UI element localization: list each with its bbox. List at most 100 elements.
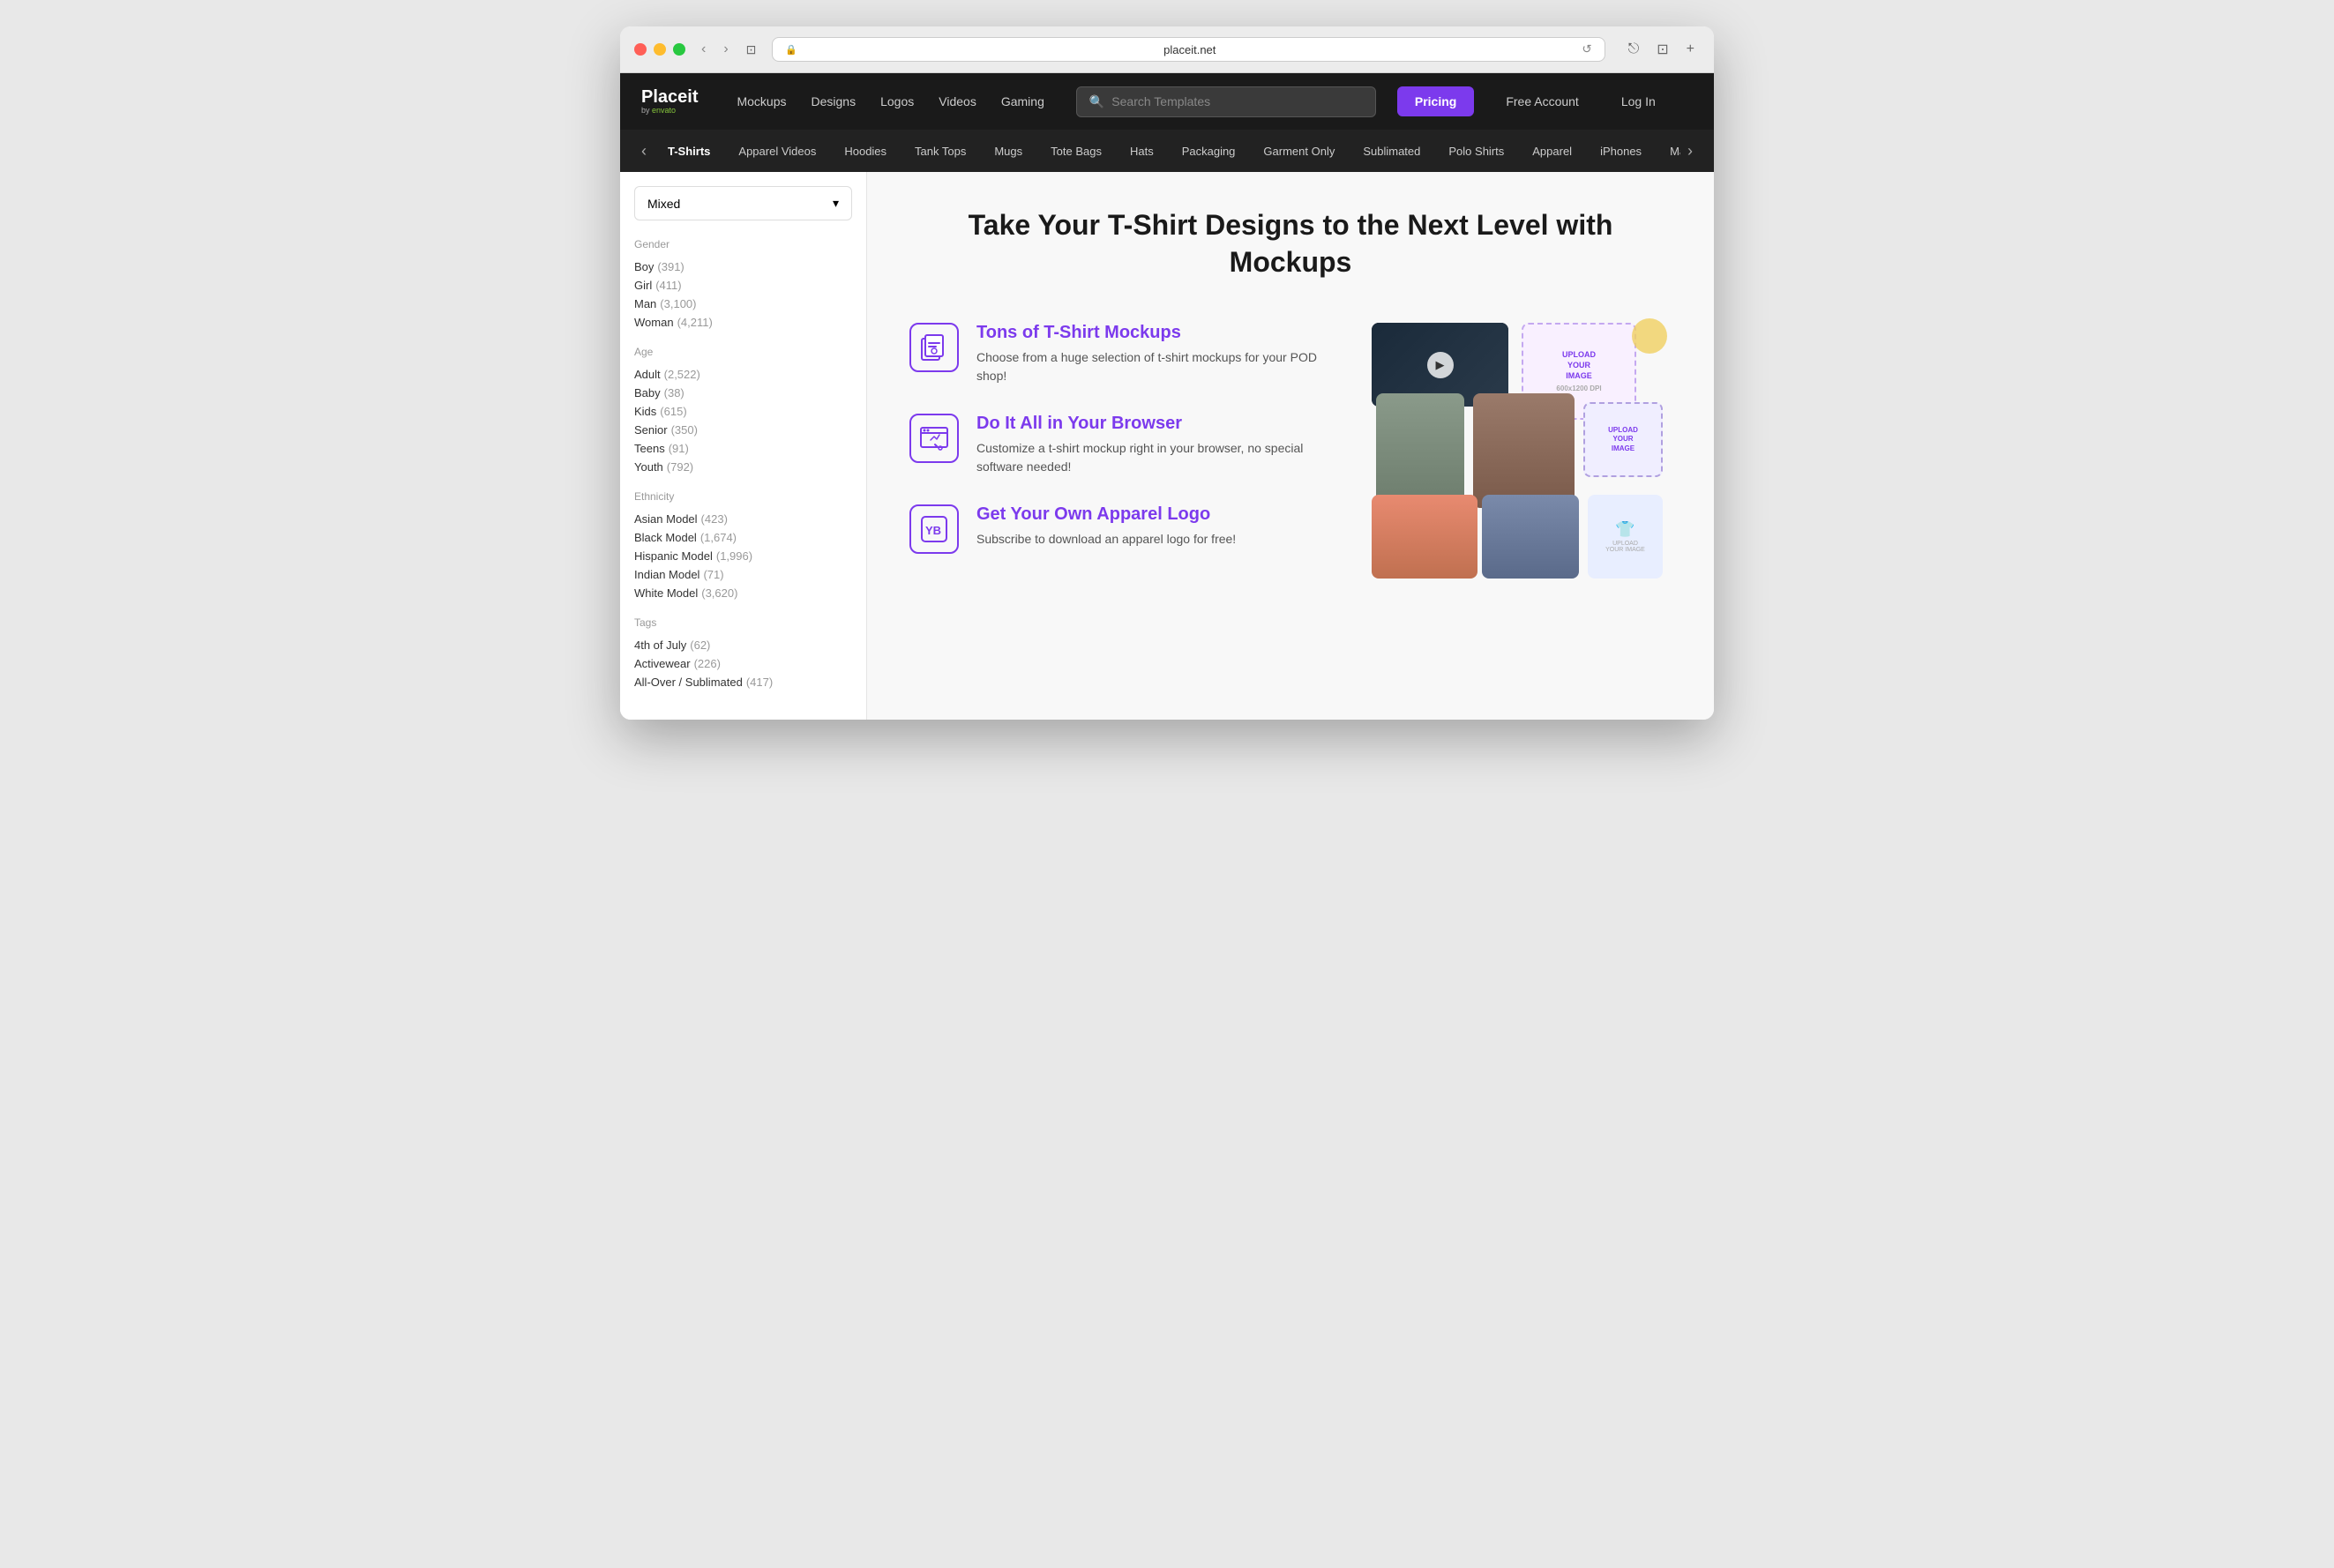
cat-nav-items: T-Shirts Apparel Videos Hoodies Tank Top…: [654, 138, 1680, 165]
search-icon: 🔍: [1089, 94, 1104, 109]
features-and-collage: Tons of T-Shirt Mockups Choose from a hu…: [909, 323, 1672, 587]
main-content: Take Your T-Shirt Designs to the Next Le…: [867, 172, 1714, 720]
address-bar[interactable]: 🔒 placeit.net ↺: [772, 37, 1605, 62]
cat-sublimated[interactable]: Sublimated: [1349, 138, 1434, 165]
feature-browser-desc: Customize a t-shirt mockup right in your…: [976, 439, 1336, 476]
cat-polo-shirts[interactable]: Polo Shirts: [1434, 138, 1518, 165]
filter-4th-july[interactable]: 4th of July (62): [634, 636, 852, 654]
filter-black-label: Black Model: [634, 531, 697, 544]
pricing-button[interactable]: Pricing: [1397, 86, 1474, 116]
filter-black-count: (1,674): [700, 531, 737, 544]
filter-baby[interactable]: Baby (38): [634, 384, 852, 402]
sidebar: Mixed ▾ Gender Boy (391) Girl (411) Man …: [620, 172, 867, 720]
chevron-down-icon: ▾: [833, 196, 839, 211]
browser-titlebar: ‹ › ⊡ 🔒 placeit.net ↺ ⎋ ⊡ +: [620, 26, 1714, 73]
cat-hoodies[interactable]: Hoodies: [830, 138, 901, 165]
nav-designs[interactable]: Designs: [801, 87, 867, 116]
collage-decoration: [1632, 318, 1667, 354]
filter-all-over[interactable]: All-Over / Sublimated (417): [634, 673, 852, 691]
nav-videos[interactable]: Videos: [928, 87, 987, 116]
filter-indian[interactable]: Indian Model (71): [634, 565, 852, 584]
ethnicity-label: Ethnicity: [634, 490, 852, 503]
filter-indian-label: Indian Model: [634, 568, 699, 581]
maximize-button[interactable]: [673, 43, 685, 56]
nav-mockups[interactable]: Mockups: [726, 87, 797, 116]
filter-hispanic[interactable]: Hispanic Model (1,996): [634, 547, 852, 565]
filter-kids[interactable]: Kids (615): [634, 402, 852, 421]
filter-asian-count: (423): [701, 512, 728, 526]
filter-white[interactable]: White Model (3,620): [634, 584, 852, 602]
close-button[interactable]: [634, 43, 647, 56]
feature-browser-icon: [909, 414, 959, 463]
search-input[interactable]: [1111, 94, 1363, 108]
filter-youth-count: (792): [667, 460, 693, 474]
login-button[interactable]: Log In: [1611, 87, 1666, 116]
collage-shirt-mockup: 👕 UPLOADYOUR IMAGE: [1588, 495, 1663, 579]
logo-text: Placeit: [641, 87, 698, 107]
filter-man-count: (3,100): [660, 297, 696, 310]
filter-black[interactable]: Black Model (1,674): [634, 528, 852, 547]
filter-activewear-count: (226): [694, 657, 721, 670]
cat-t-shirts[interactable]: T-Shirts: [654, 138, 724, 165]
age-label: Age: [634, 346, 852, 358]
filter-adult-label: Adult: [634, 368, 661, 381]
cat-iphones[interactable]: iPhones: [1586, 138, 1656, 165]
filter-senior-count: (350): [671, 423, 698, 437]
cat-nav-prev[interactable]: ‹: [634, 138, 654, 164]
free-account-button[interactable]: Free Account: [1495, 87, 1590, 116]
cat-packaging[interactable]: Packaging: [1168, 138, 1250, 165]
cat-apparel-videos[interactable]: Apparel Videos: [724, 138, 830, 165]
filter-girl[interactable]: Girl (411): [634, 276, 852, 295]
add-tab-button[interactable]: +: [1681, 39, 1700, 60]
filter-dropdown[interactable]: Mixed ▾: [634, 186, 852, 220]
filter-youth[interactable]: Youth (792): [634, 458, 852, 476]
filter-adult[interactable]: Adult (2,522): [634, 365, 852, 384]
feature-logo-title: Get Your Own Apparel Logo: [976, 504, 1336, 525]
nav-logos[interactable]: Logos: [870, 87, 924, 116]
cat-garment-only[interactable]: Garment Only: [1249, 138, 1349, 165]
filter-asian[interactable]: Asian Model (423): [634, 510, 852, 528]
feature-tons-text: Tons of T-Shirt Mockups Choose from a hu…: [976, 323, 1336, 385]
feature-tons: Tons of T-Shirt Mockups Choose from a hu…: [909, 323, 1336, 385]
filter-activewear[interactable]: Activewear (226): [634, 654, 852, 673]
fullscreen-button[interactable]: ⊡: [1651, 39, 1673, 60]
share-button[interactable]: ⎋: [1623, 39, 1645, 60]
nav-gaming[interactable]: Gaming: [991, 87, 1055, 116]
feature-logo: YB Get Your Own Apparel Logo Subscribe t…: [909, 504, 1336, 554]
filter-kids-label: Kids: [634, 405, 656, 418]
filter-woman[interactable]: Woman (4,211): [634, 313, 852, 332]
cat-macbooks[interactable]: MacBooks: [1656, 138, 1680, 165]
collage-upload-2: UPLOADYOURIMAGE: [1583, 402, 1663, 477]
main-nav: Mockups Designs Logos Videos Gaming: [726, 87, 1054, 116]
browser-nav: ‹ › ⊡: [696, 40, 761, 59]
back-button[interactable]: ‹: [696, 40, 711, 59]
cat-mugs[interactable]: Mugs: [980, 138, 1036, 165]
tab-button[interactable]: ⊡: [741, 40, 762, 59]
filter-senior[interactable]: Senior (350): [634, 421, 852, 439]
filter-white-count: (3,620): [701, 586, 737, 600]
cat-tote-bags[interactable]: Tote Bags: [1036, 138, 1116, 165]
filter-boy[interactable]: Boy (391): [634, 258, 852, 276]
play-button[interactable]: ▶: [1427, 352, 1454, 378]
filter-teens[interactable]: Teens (91): [634, 439, 852, 458]
logo-envato: envato: [652, 106, 676, 115]
reload-button[interactable]: ↺: [1582, 42, 1591, 56]
minimize-button[interactable]: [654, 43, 666, 56]
filter-hispanic-label: Hispanic Model: [634, 549, 713, 563]
feature-browser-text: Do It All in Your Browser Customize a t-…: [976, 414, 1336, 476]
filter-man[interactable]: Man (3,100): [634, 295, 852, 313]
browser-buttons: [634, 43, 685, 56]
search-bar[interactable]: 🔍: [1076, 86, 1376, 117]
category-nav: ‹ T-Shirts Apparel Videos Hoodies Tank T…: [620, 130, 1714, 172]
filter-baby-count: (38): [664, 386, 684, 399]
cat-nav-next[interactable]: ›: [1680, 138, 1700, 164]
cat-tank-tops[interactable]: Tank Tops: [901, 138, 980, 165]
logo[interactable]: Placeit by envato: [641, 87, 698, 116]
filter-youth-label: Youth: [634, 460, 663, 474]
forward-button[interactable]: ›: [718, 40, 733, 59]
feature-logo-desc: Subscribe to download an apparel logo fo…: [976, 530, 1336, 549]
cat-hats[interactable]: Hats: [1116, 138, 1168, 165]
cat-apparel[interactable]: Apparel: [1518, 138, 1586, 165]
feature-browser-title: Do It All in Your Browser: [976, 414, 1336, 434]
filter-indian-count: (71): [703, 568, 723, 581]
